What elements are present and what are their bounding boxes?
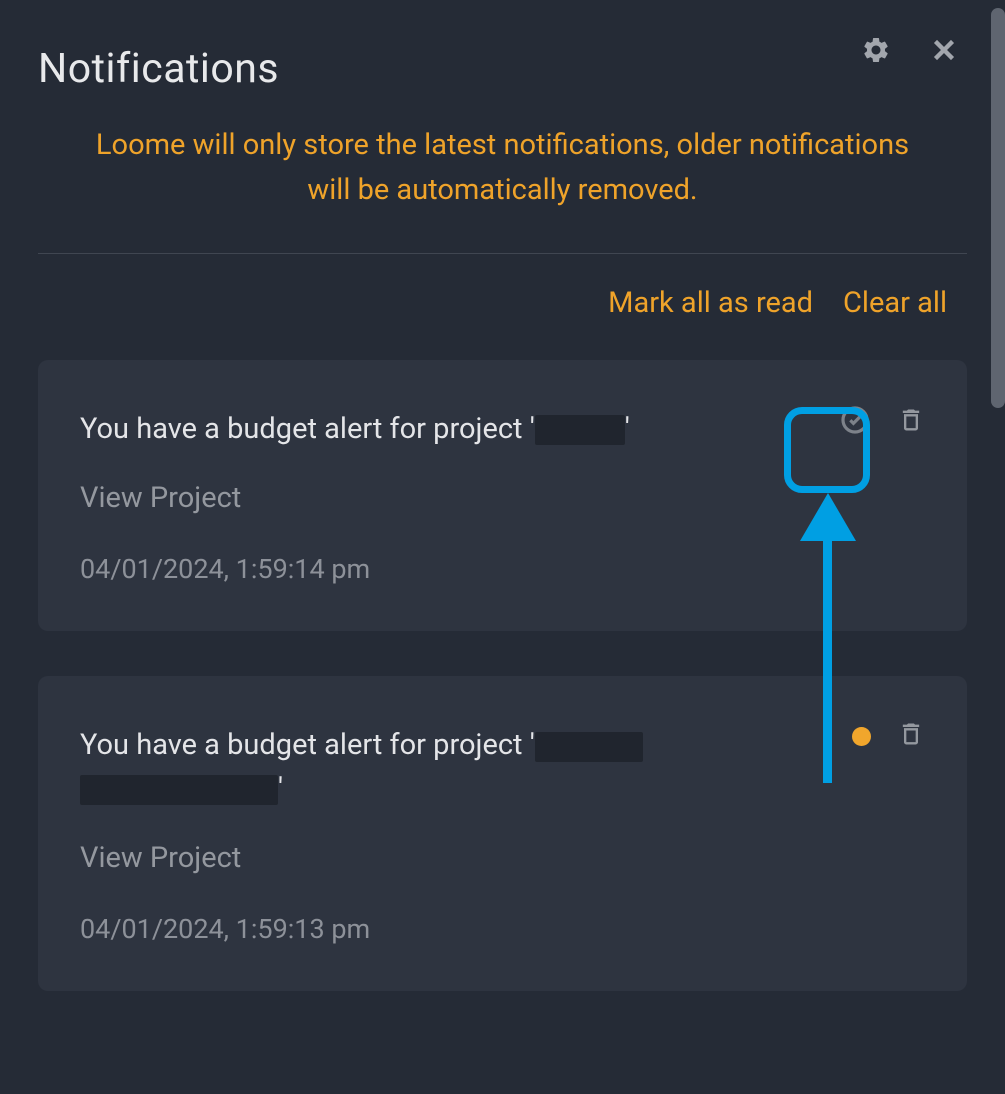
notification-card: You have a budget alert for project ' ' …	[38, 676, 967, 991]
panel-header: Notifications	[38, 45, 967, 93]
view-project-link[interactable]: View Project	[80, 481, 241, 515]
scrollbar-thumb[interactable]	[991, 8, 1005, 408]
check-circle-icon[interactable]	[839, 404, 871, 440]
notification-text-prefix: You have a budget alert for project '	[80, 728, 535, 762]
trash-icon[interactable]	[897, 406, 925, 438]
notification-card: You have a budget alert for project ' ' V…	[38, 360, 967, 632]
page-title: Notifications	[38, 45, 279, 93]
close-icon[interactable]	[929, 35, 959, 65]
notification-row: You have a budget alert for project ' '	[80, 724, 925, 811]
notification-message: You have a budget alert for project ' '	[80, 408, 839, 452]
divider	[38, 253, 967, 254]
mark-all-read-link[interactable]: Mark all as read	[608, 286, 813, 320]
notification-row: You have a budget alert for project ' '	[80, 408, 925, 452]
notification-message: You have a budget alert for project ' '	[80, 724, 852, 811]
notification-timestamp: 04/01/2024, 1:59:14 pm	[80, 553, 925, 585]
redacted-text	[535, 732, 643, 762]
notification-timestamp: 04/01/2024, 1:59:13 pm	[80, 913, 925, 945]
gear-icon[interactable]	[861, 35, 891, 65]
notification-text-prefix: You have a budget alert for project '	[80, 412, 535, 446]
notification-text-suffix: '	[625, 412, 630, 446]
view-project-link[interactable]: View Project	[80, 841, 241, 875]
scrollbar-track[interactable]	[991, 4, 1005, 1090]
notification-controls	[839, 404, 925, 440]
notifications-panel: Notifications Loome will only store the …	[0, 0, 1005, 1094]
redacted-text	[80, 775, 278, 805]
notification-text-suffix: '	[278, 772, 283, 806]
unread-dot-icon[interactable]	[852, 727, 871, 746]
info-banner: Loome will only store the latest notific…	[38, 123, 967, 213]
trash-icon[interactable]	[897, 720, 925, 752]
redacted-text	[535, 415, 625, 445]
clear-all-link[interactable]: Clear all	[843, 286, 947, 320]
bulk-actions: Mark all as read Clear all	[38, 286, 967, 320]
notification-controls	[852, 720, 925, 752]
header-controls	[861, 35, 959, 65]
